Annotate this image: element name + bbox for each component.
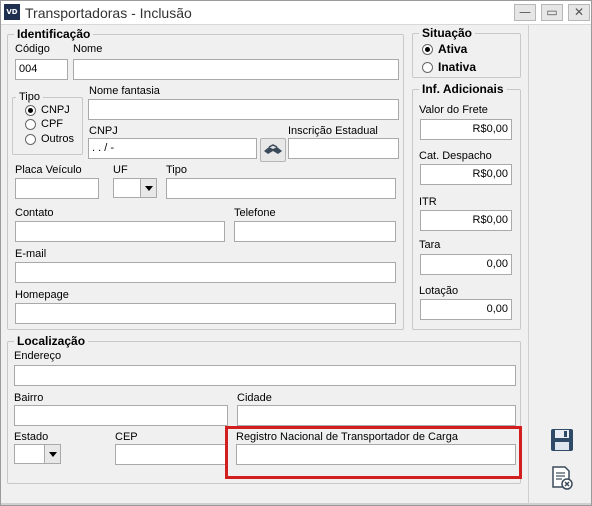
estado-label: Estado [14, 431, 49, 443]
codigo-label: Código [15, 43, 50, 55]
endereco-field[interactable] [14, 365, 516, 386]
telefone-label: Telefone [234, 207, 276, 219]
tipo-veiculo-field[interactable] [166, 178, 396, 199]
radio-icon [422, 61, 433, 73]
situacao-ativa-label: Ativa [438, 42, 468, 56]
codigo-field[interactable]: 004 [15, 59, 68, 80]
placa-veiculo-label: Placa Veículo [15, 164, 82, 176]
radio-selected-icon [422, 43, 433, 55]
nome-fantasia-field[interactable] [88, 99, 399, 120]
situacao-inativa-radio[interactable]: Inativa [422, 60, 476, 74]
close-button[interactable]: ✕ [568, 4, 590, 21]
situacao-title: Situação [419, 26, 476, 40]
save-button[interactable] [549, 427, 575, 453]
tipo-cnpj-radio[interactable]: CNPJ [25, 104, 70, 116]
cnpj-label: CNPJ [89, 125, 118, 137]
estado-select[interactable] [14, 444, 61, 464]
chevron-down-icon[interactable] [140, 179, 156, 197]
nome-fantasia-label: Nome fantasia [89, 85, 160, 97]
inscricao-estadual-field[interactable] [288, 138, 399, 159]
cep-field[interactable] [115, 444, 228, 465]
nome-label: Nome [73, 43, 103, 55]
document-cancel-icon [552, 466, 573, 490]
cep-label: CEP [115, 431, 138, 443]
valor-frete-label: Valor do Frete [419, 104, 488, 116]
tipo-cpf-radio[interactable]: CPF [25, 118, 63, 130]
minimize-button[interactable]: — [514, 4, 536, 21]
cidade-field[interactable] [237, 405, 516, 426]
placa-veiculo-field[interactable] [15, 178, 99, 199]
maximize-button[interactable]: ▭ [541, 4, 563, 21]
transportadoras-window: VD Transportadoras - Inclusão — ▭ ✕ Iden… [0, 0, 592, 506]
tipo-title: Tipo [16, 91, 43, 103]
situacao-inativa-label: Inativa [438, 60, 477, 74]
cancel-button[interactable] [549, 465, 575, 491]
tipo-cnpj-label: CNPJ [41, 104, 70, 116]
inf-adicionais-title: Inf. Adicionais [419, 82, 507, 96]
radio-icon [25, 118, 36, 130]
nome-field[interactable] [73, 59, 399, 80]
tipo-outros-label: Outros [41, 133, 75, 145]
tipo-veiculo-label: Tipo [166, 164, 187, 176]
lotacao-field[interactable]: 0,00 [420, 299, 512, 320]
valor-frete-field[interactable]: R$0,00 [420, 119, 512, 140]
chevron-down-icon[interactable] [44, 445, 60, 463]
cat-despacho-field[interactable]: R$0,00 [420, 164, 512, 185]
tara-field[interactable]: 0,00 [420, 254, 512, 275]
contato-label: Contato [15, 207, 54, 219]
radio-selected-icon [25, 104, 36, 116]
endereco-label: Endereço [14, 350, 62, 362]
situacao-ativa-radio[interactable]: Ativa [422, 42, 467, 56]
handshake-icon [264, 144, 282, 154]
cidade-label: Cidade [237, 392, 272, 404]
status-strip [1, 503, 591, 505]
window-title: Transportadoras - Inclusão [25, 5, 192, 21]
telefone-field[interactable] [234, 221, 396, 242]
uf-label: UF [113, 164, 128, 176]
cnpj-field[interactable]: . . / - [88, 138, 257, 159]
consult-cnpj-button[interactable] [260, 138, 286, 162]
radio-icon [25, 133, 36, 145]
title-bar: VD Transportadoras - Inclusão — ▭ ✕ [1, 1, 591, 25]
homepage-label: Homepage [15, 289, 69, 301]
bairro-field[interactable] [14, 405, 228, 426]
tipo-outros-radio[interactable]: Outros [25, 133, 74, 145]
email-field[interactable] [15, 262, 396, 283]
app-logo-icon: VD [4, 4, 20, 20]
uf-select[interactable] [113, 178, 157, 198]
floppy-disk-icon [551, 429, 573, 451]
bairro-label: Bairro [14, 392, 44, 404]
homepage-field[interactable] [15, 303, 396, 324]
itr-field[interactable]: R$0,00 [420, 210, 512, 231]
tipo-cpf-label: CPF [41, 118, 63, 130]
inscricao-estadual-label: Inscrição Estadual [288, 125, 378, 137]
localizacao-title: Localização [14, 334, 89, 348]
lotacao-label: Lotação [419, 285, 459, 297]
identificacao-title: Identificação [14, 27, 94, 41]
email-label: E-mail [15, 248, 47, 260]
tara-label: Tara [419, 239, 441, 251]
contato-field[interactable] [15, 221, 225, 242]
itr-label: ITR [419, 196, 437, 208]
cat-despacho-label: Cat. Despacho [419, 150, 492, 162]
rntc-highlight-box [225, 426, 522, 479]
